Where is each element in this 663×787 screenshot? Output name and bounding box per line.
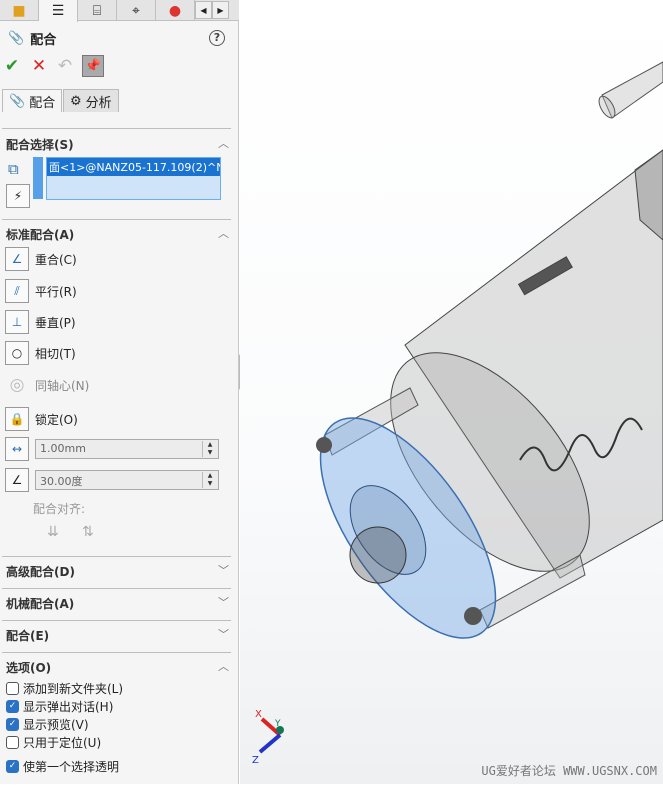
collapse-icon[interactable]: ︿ (218, 225, 229, 241)
x-label: X (255, 709, 262, 720)
option-show-preview[interactable]: ✓ 显示预览(V) (6, 716, 89, 733)
angle-spinner[interactable]: ▲ ▼ (202, 472, 217, 488)
color-wheel-icon: ● (168, 2, 182, 19)
feature-manager-tab[interactable]: ■ (0, 0, 39, 21)
option-add-to-folder[interactable]: 添加到新文件夹(L) (6, 680, 123, 697)
z-axis (258, 733, 282, 754)
scroll-right-button[interactable]: ▶ (212, 1, 229, 19)
display-manager-tab[interactable]: ● (156, 0, 195, 21)
coincident-icon: ∠ (5, 247, 29, 271)
mate-perpendicular[interactable]: ⊥ 垂直(P) (5, 310, 76, 334)
watermark: UG爱好者论坛 WWW.UGSNX.COM (481, 764, 657, 778)
flexible-mate-icon[interactable]: ⚡ (6, 184, 30, 208)
manager-tabs: ■ ☰ ⌸ ⌖ ● ◀ ▶ (0, 0, 239, 22)
selection-color-bar (33, 157, 43, 199)
graphics-viewport[interactable]: X Y Z UG爱好者论坛 WWW.UGSNX.COM (240, 0, 663, 784)
z-label: Z (252, 755, 259, 765)
configuration-manager-tab[interactable]: ⌸ (78, 0, 117, 21)
property-manager-tab[interactable]: ☰ (39, 0, 78, 22)
scroll-left-button[interactable]: ◀ (195, 1, 212, 19)
angle-input[interactable]: 30.00度 ▲ ▼ (35, 470, 219, 490)
distance-icon[interactable]: ↔ (5, 437, 29, 461)
coordinate-triad: X Y Z (252, 709, 284, 765)
rod (598, 61, 663, 119)
mate-coincident[interactable]: ∠ 重合(C) (5, 247, 77, 271)
expand-icon[interactable]: ﹀ (218, 626, 229, 642)
mechanical-mates-header[interactable]: 机械配合(A) (6, 595, 74, 612)
paperclip-icon: 📎 (9, 93, 26, 109)
divider (2, 556, 231, 557)
mate-tangent[interactable]: ○ 相切(T) (5, 341, 76, 365)
divider (2, 588, 231, 589)
list-icon: ☰ (51, 3, 65, 19)
cube-icon: ■ (12, 2, 26, 19)
gears-icon: ⚙ (70, 93, 82, 109)
assembly-model (316, 61, 663, 639)
distance-input[interactable]: 1.00mm ▲ ▼ (35, 439, 219, 459)
cancel-button[interactable]: ✕ (28, 55, 50, 77)
mate-entities-icon: ⧉ (8, 160, 19, 178)
ok-button[interactable]: ✔ (1, 55, 23, 77)
checkbox[interactable] (6, 736, 19, 749)
parallel-icon: ⫽ (5, 279, 29, 303)
advanced-mates-header[interactable]: 高级配合(D) (6, 563, 75, 580)
anti-aligned-icon[interactable]: ⇅ (82, 524, 94, 540)
mate-selection-list[interactable]: 面<1>@NANZ05-117.109(2)^NAN (46, 157, 221, 200)
standard-mates-header[interactable]: 标准配合(A) (6, 226, 74, 243)
lock-icon: 🔒 (5, 407, 29, 431)
checkbox[interactable]: ✓ (6, 700, 19, 713)
perpendicular-icon: ⊥ (5, 310, 29, 334)
mate-alignment-label: 配合对齐: (33, 502, 86, 516)
concentric-icon: ◎ (9, 375, 25, 395)
divider (2, 219, 231, 220)
expand-icon[interactable]: ﹀ (218, 594, 229, 610)
tab-analysis[interactable]: ⚙ 分析 (63, 89, 119, 112)
mate-parallel[interactable]: ⫽ 平行(R) (5, 279, 77, 303)
pin-button[interactable]: 📌 (82, 55, 104, 77)
y-label: Y (274, 719, 281, 729)
mate-selection-header[interactable]: 配合选择(S) (6, 136, 74, 153)
checkbox[interactable]: ✓ (6, 718, 19, 731)
crosshair-icon: ⌖ (132, 2, 140, 19)
option-positioning-only[interactable]: 只用于定位(U) (6, 734, 101, 751)
mates-header[interactable]: 配合(E) (6, 627, 49, 644)
collapse-icon[interactable]: ︿ (218, 658, 229, 674)
aligned-icon[interactable]: ⇊ (47, 524, 59, 540)
tab-mate[interactable]: 📎 配合 (2, 89, 63, 112)
mate-concentric[interactable]: ◎ 同轴心(N) (5, 375, 90, 395)
checkbox[interactable] (6, 682, 19, 695)
divider (2, 620, 231, 621)
help-button[interactable]: ? (209, 30, 225, 46)
divider (2, 652, 231, 653)
expand-icon[interactable]: ﹀ (218, 562, 229, 578)
tangent-icon: ○ (5, 341, 29, 365)
angle-icon[interactable]: ∠ (5, 468, 29, 492)
collapse-icon[interactable]: ︿ (218, 135, 229, 151)
checkbox[interactable]: ✓ (6, 760, 19, 773)
dimxpert-tab[interactable]: ⌖ (117, 0, 156, 21)
divider (2, 128, 231, 129)
options-header[interactable]: 选项(O) (6, 659, 51, 676)
property-manager-panel: ■ ☰ ⌸ ⌖ ● ◀ ▶ 📎 配合 ? ✔ ✕ ↶ 📌 📎 配合 ⚙ 分析 配合选择… (0, 0, 239, 784)
option-first-transparent[interactable]: ✓ 使第一个选择透明 (6, 758, 119, 775)
page-title: 📎 配合 (8, 31, 57, 48)
undo-button[interactable]: ↶ (54, 55, 76, 77)
mate-lock[interactable]: 🔒 锁定(O) (5, 407, 78, 431)
selected-face[interactable]: 面<1>@NANZ05-117.109(2)^NAN (47, 158, 220, 176)
paperclip-icon: 📎 (8, 31, 25, 46)
tree-icon: ⌸ (92, 2, 102, 19)
option-show-popup[interactable]: ✓ 显示弹出对话(H) (6, 698, 113, 715)
distance-spinner[interactable]: ▲ ▼ (202, 441, 217, 457)
